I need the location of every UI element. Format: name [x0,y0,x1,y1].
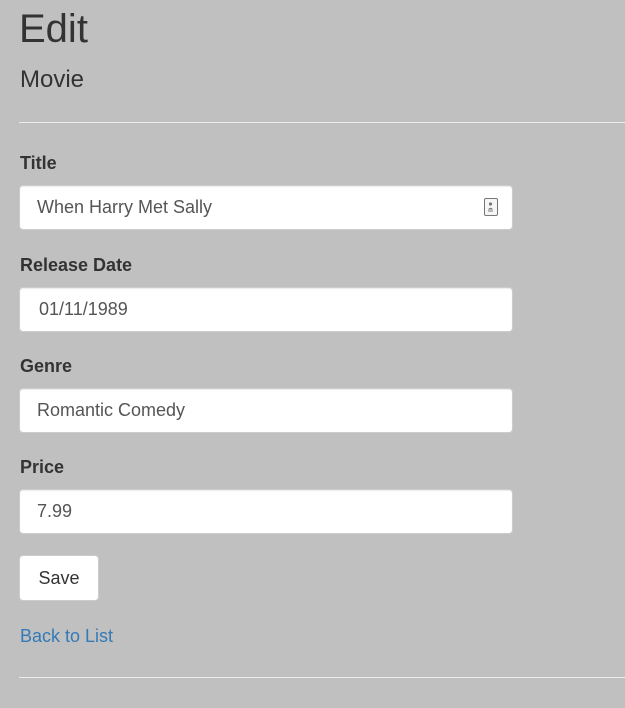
back-to-list-link[interactable]: Back to List [20,625,113,647]
page-title: Edit [19,7,88,51]
page-subtitle: Movie [20,66,85,93]
bottom-divider [19,677,625,678]
genre-input[interactable]: Romantic Comedy [19,388,513,433]
title-input-value: When Harry Met Sally [37,197,213,217]
release-date-input[interactable]: 01/11/1989 [19,287,513,332]
price-input-value: 7.99 [37,501,73,521]
genre-label: Genre [20,356,73,376]
release-date-label: Release Date [20,255,133,275]
release-date-input-value: 01/11/1989 [39,299,128,319]
autofill-contact-icon[interactable] [484,198,498,216]
genre-input-value: Romantic Comedy [37,400,186,420]
top-divider [19,122,625,123]
title-label: Title [20,153,57,173]
save-button[interactable]: Save [19,555,99,601]
title-input[interactable]: When Harry Met Sally [19,185,513,230]
price-input[interactable]: 7.99 [19,489,513,534]
edit-movie-page: Edit Movie Title When Harry Met Sally Re… [0,0,625,708]
price-label: Price [20,457,65,477]
